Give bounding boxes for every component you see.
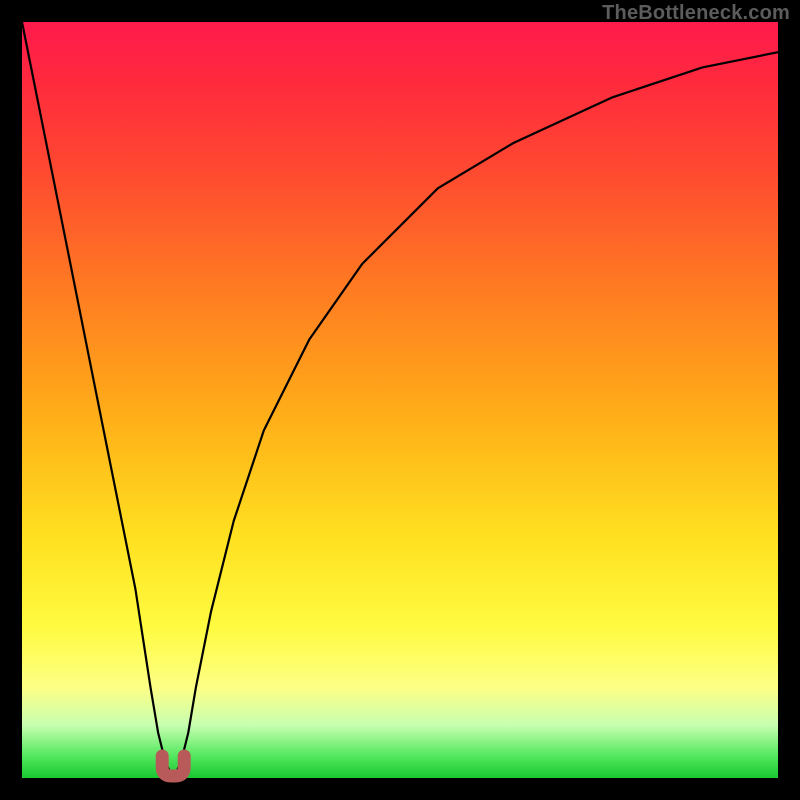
curve-svg bbox=[22, 22, 778, 778]
minimum-marker bbox=[162, 756, 184, 776]
chart-frame: TheBottleneck.com bbox=[0, 0, 800, 800]
bottleneck-curve bbox=[22, 22, 778, 778]
plot-area bbox=[22, 22, 778, 778]
